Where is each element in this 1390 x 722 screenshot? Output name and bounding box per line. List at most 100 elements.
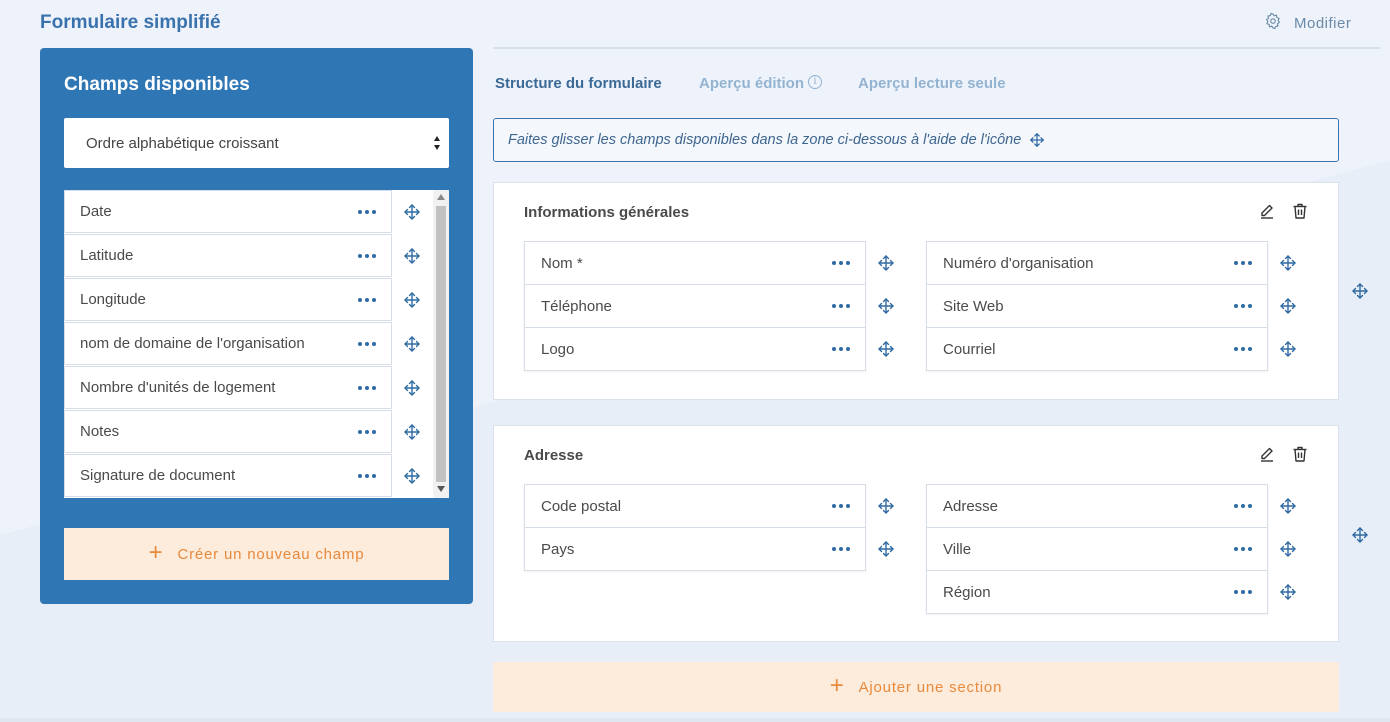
- move-icon[interactable]: [1279, 340, 1297, 358]
- list-item[interactable]: Nombre d'unités de logement: [64, 366, 392, 409]
- create-field-button[interactable]: + Créer un nouveau champ: [64, 528, 449, 580]
- dots-icon[interactable]: [832, 347, 850, 351]
- form-field-card[interactable]: Nom *: [524, 241, 866, 285]
- trash-icon[interactable]: [1291, 445, 1309, 463]
- move-icon[interactable]: [403, 467, 421, 485]
- dots-icon[interactable]: [1234, 261, 1252, 265]
- move-icon[interactable]: [403, 291, 421, 309]
- field-label: Nom *: [541, 254, 583, 272]
- header-divider: [493, 47, 1380, 49]
- dots-icon[interactable]: [358, 429, 376, 434]
- form-field-card[interactable]: Numéro d'organisation: [926, 241, 1268, 285]
- tab-edit-preview[interactable]: Aperçu édition i: [699, 75, 823, 92]
- form-field-card[interactable]: Logo: [524, 327, 866, 371]
- field-label: Pays: [541, 540, 575, 558]
- move-icon: [1030, 133, 1045, 147]
- available-fields-panel: Champs disponibles Ordre alphabétique cr…: [40, 48, 473, 604]
- drag-hint: Faites glisser les champs disponibles da…: [493, 118, 1339, 162]
- move-icon[interactable]: [403, 247, 421, 265]
- field-label: Adresse: [943, 497, 999, 515]
- list-item[interactable]: Latitude: [64, 234, 392, 277]
- page-title: Formulaire simplifié: [40, 12, 221, 33]
- sort-select[interactable]: Ordre alphabétique croissant: [64, 118, 449, 168]
- add-section-label: Ajouter une section: [858, 678, 1003, 696]
- field-label: Logo: [541, 340, 575, 358]
- dots-icon[interactable]: [358, 253, 376, 258]
- form-section: Adresse Code postal Pays Adresse Ville R…: [493, 425, 1339, 642]
- section-title: Informations générales: [524, 204, 690, 221]
- move-icon[interactable]: [1279, 497, 1297, 515]
- form-field-card[interactable]: Site Web: [926, 284, 1268, 328]
- edit-icon[interactable]: [1258, 445, 1276, 463]
- field-label: Numéro d'organisation: [943, 254, 1094, 272]
- field-label: Date: [80, 203, 112, 220]
- move-icon[interactable]: [877, 297, 895, 315]
- move-icon[interactable]: [403, 335, 421, 353]
- dots-icon[interactable]: [358, 473, 376, 478]
- sort-value: Ordre alphabétique croissant: [86, 134, 279, 152]
- move-icon[interactable]: [877, 254, 895, 272]
- info-icon[interactable]: i: [808, 75, 823, 89]
- move-icon[interactable]: [1279, 583, 1297, 601]
- move-icon[interactable]: [1279, 254, 1297, 272]
- dots-icon[interactable]: [832, 261, 850, 265]
- modify-button[interactable]: Modifier: [1264, 12, 1351, 34]
- form-field-card[interactable]: Pays: [524, 527, 866, 571]
- tab-structure[interactable]: Structure du formulaire: [495, 75, 662, 92]
- dots-icon[interactable]: [1234, 347, 1252, 351]
- add-section-button[interactable]: + Ajouter une section: [493, 662, 1339, 712]
- scroll-thumb[interactable]: [436, 206, 446, 482]
- trash-icon[interactable]: [1291, 202, 1309, 220]
- form-field-card[interactable]: Courriel: [926, 327, 1268, 371]
- scrollbar[interactable]: [433, 190, 449, 498]
- section-title: Adresse: [524, 447, 584, 464]
- dots-icon[interactable]: [358, 297, 376, 302]
- plus-icon: +: [829, 671, 845, 699]
- field-label: Téléphone: [541, 297, 612, 315]
- move-icon[interactable]: [403, 423, 421, 441]
- form-field-card[interactable]: Ville: [926, 527, 1268, 571]
- move-icon[interactable]: [1279, 540, 1297, 558]
- dots-icon[interactable]: [358, 209, 376, 214]
- dots-icon[interactable]: [358, 385, 376, 390]
- dots-icon[interactable]: [1234, 504, 1252, 508]
- scroll-up-arrow[interactable]: [437, 194, 445, 200]
- list-item[interactable]: Longitude: [64, 278, 392, 321]
- list-item[interactable]: Signature de document: [64, 454, 392, 497]
- plus-icon: +: [148, 538, 164, 566]
- edit-icon[interactable]: [1258, 202, 1276, 220]
- list-item[interactable]: nom de domaine de l'organisation: [64, 322, 392, 365]
- dots-icon[interactable]: [1234, 304, 1252, 308]
- move-icon[interactable]: [403, 203, 421, 221]
- dots-icon[interactable]: [358, 341, 376, 346]
- create-field-label: Créer un nouveau champ: [177, 545, 365, 563]
- available-fields-list: Date Latitude Longitude nom de domaine d…: [64, 190, 449, 498]
- move-icon[interactable]: [1279, 297, 1297, 315]
- list-item[interactable]: Notes: [64, 410, 392, 453]
- panel-title: Champs disponibles: [64, 74, 250, 95]
- hint-text: Faites glisser les champs disponibles da…: [508, 132, 1022, 148]
- list-item[interactable]: Date: [64, 190, 392, 233]
- bottom-border: [0, 718, 1390, 722]
- form-field-card[interactable]: Région: [926, 570, 1268, 614]
- dots-icon[interactable]: [832, 547, 850, 551]
- move-icon[interactable]: [403, 379, 421, 397]
- dots-icon[interactable]: [1234, 547, 1252, 551]
- tab-readonly-preview[interactable]: Aperçu lecture seule: [858, 75, 1006, 92]
- tab-label: Aperçu édition: [699, 75, 805, 92]
- field-label: Nombre d'unités de logement: [80, 379, 276, 396]
- form-field-card[interactable]: Adresse: [926, 484, 1268, 528]
- scroll-down-arrow[interactable]: [437, 486, 445, 492]
- form-field-card[interactable]: Code postal: [524, 484, 866, 528]
- move-icon[interactable]: [877, 540, 895, 558]
- dots-icon[interactable]: [1234, 590, 1252, 594]
- section-move-icon[interactable]: [1351, 526, 1369, 544]
- form-field-card[interactable]: Téléphone: [524, 284, 866, 328]
- move-icon[interactable]: [877, 340, 895, 358]
- section-move-icon[interactable]: [1351, 282, 1369, 300]
- modify-label: Modifier: [1294, 14, 1352, 32]
- dots-icon[interactable]: [832, 504, 850, 508]
- form-section: Informations générales Nom * Téléphone L…: [493, 182, 1339, 400]
- dots-icon[interactable]: [832, 304, 850, 308]
- move-icon[interactable]: [877, 497, 895, 515]
